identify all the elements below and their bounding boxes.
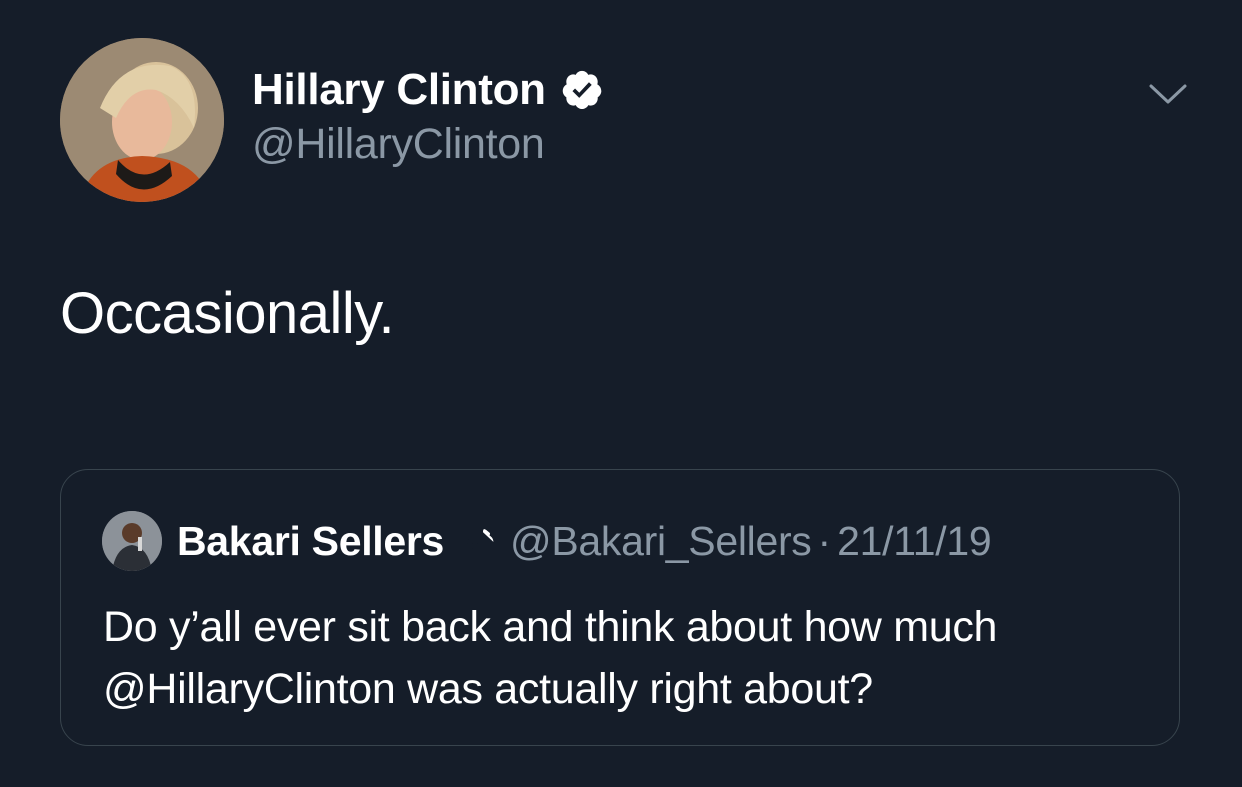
author-name-row: Hillary Clinton	[252, 62, 604, 118]
author-handle[interactable]: @HillaryClinton	[252, 120, 604, 169]
quoted-tweet-text: Do y’all ever sit back and think about h…	[103, 603, 998, 713]
verified-badge-icon	[454, 520, 496, 562]
quoted-author-avatar[interactable]	[102, 511, 162, 571]
author-name[interactable]: Hillary Clinton	[252, 65, 546, 115]
quoted-author-name[interactable]: Bakari Sellers	[177, 518, 444, 565]
verified-badge-icon	[560, 68, 604, 112]
author-info: Hillary Clinton @HillaryClinton	[252, 62, 604, 169]
chevron-down-icon[interactable]	[1148, 80, 1188, 108]
tweet-card[interactable]: Hillary Clinton @HillaryClinton Occasion…	[0, 0, 1242, 787]
tweet-text: Occasionally.	[60, 281, 395, 346]
author-avatar[interactable]	[60, 38, 224, 202]
separator-dot: ·	[817, 517, 832, 564]
quoted-tweet-date[interactable]: 21/11/19	[837, 518, 991, 565]
avatar-photo	[60, 38, 224, 202]
quoted-tweet[interactable]: Bakari Sellers @Bakari_Sellers · 21/11/1…	[60, 469, 1180, 746]
quoted-author-handle[interactable]: @Bakari_Sellers	[510, 518, 812, 565]
quoted-avatar-photo	[102, 511, 162, 571]
quoted-header: Bakari Sellers @Bakari_Sellers · 21/11/1…	[177, 514, 992, 568]
